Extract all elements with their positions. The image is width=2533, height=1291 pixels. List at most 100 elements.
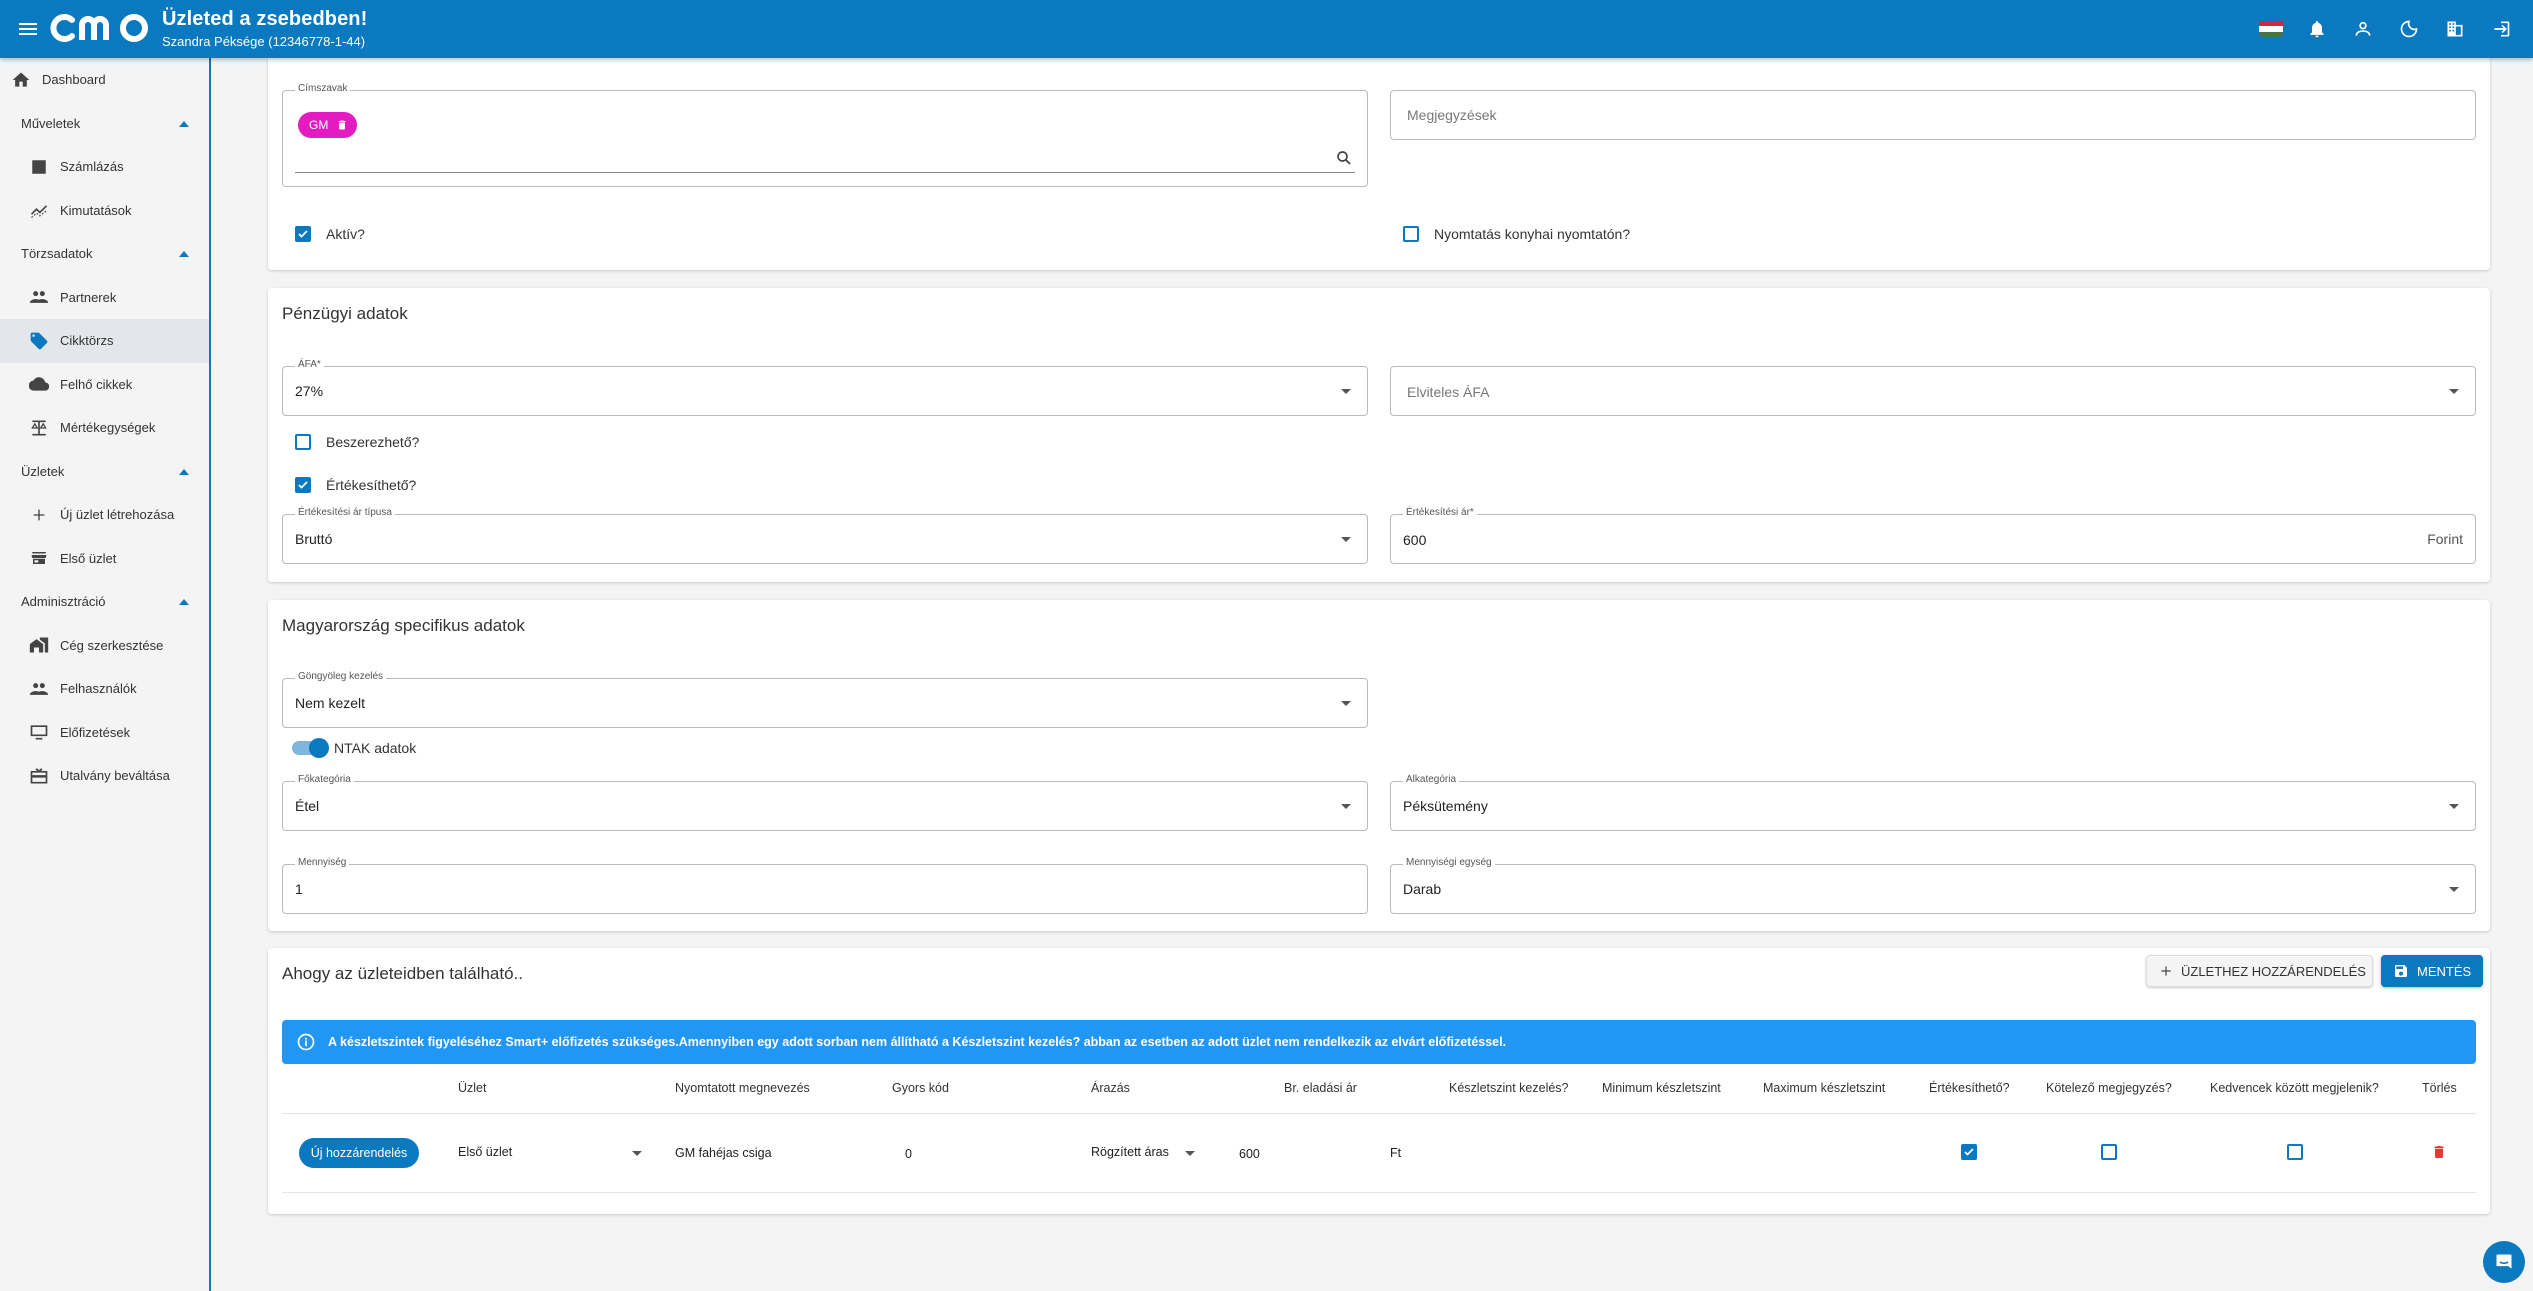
- field-label: Alkategória: [1403, 774, 1460, 785]
- ntak-toggle[interactable]: [292, 738, 329, 758]
- gongyoleg-select[interactable]: Göngyöleg kezelés Nem kezelt: [282, 671, 1368, 728]
- column-header-minimum-keszletszint: Minimum készletszint: [1602, 1081, 1721, 1095]
- dropdown-arrow-icon: [1341, 389, 1351, 394]
- sidebar-item-label: Kimutatások: [60, 202, 132, 218]
- collapse-caret-icon: [179, 468, 189, 475]
- dark-mode-icon[interactable]: [2397, 17, 2421, 41]
- assign-store-button[interactable]: ÜZLETHEZ HOZZÁRENDELÉS: [2146, 955, 2373, 987]
- sidebar-item-partnerek[interactable]: Partnerek: [0, 276, 209, 320]
- sidebar-item-cikktorzs[interactable]: Cikktörzs: [0, 319, 209, 363]
- ertekesitesi-ar-input[interactable]: Értékesítési ár* 600 Forint: [1390, 507, 2476, 564]
- alkategoria-select[interactable]: Alkategória Péksütemény: [1390, 774, 2476, 831]
- user-icon[interactable]: [2351, 17, 2375, 41]
- sidebar-item-utalvany[interactable]: Utalvány beváltása: [0, 754, 209, 798]
- ertekesitesi-ar-tipusa-select[interactable]: Értékesítési ár típusa Bruttó: [282, 507, 1368, 564]
- support-chat-button[interactable]: [2483, 1241, 2525, 1283]
- chip-label: GM: [309, 118, 329, 132]
- aktiv-checkbox[interactable]: Aktív?: [295, 226, 365, 242]
- dropdown-arrow-icon: [2449, 389, 2459, 394]
- store-select[interactable]: Első üzlet: [458, 1142, 642, 1164]
- section-title: Magyarország specifikus adatok: [282, 616, 525, 635]
- ertekesitheto-checkbox[interactable]: Értékesíthető?: [295, 477, 416, 493]
- elviteles-afa-select[interactable]: Elviteles ÁFA: [1390, 366, 2476, 416]
- sidebar-item-ceg-szerkesztese[interactable]: Cég szerkesztése: [0, 624, 209, 668]
- favorite-checkbox[interactable]: [2287, 1144, 2303, 1160]
- save-button[interactable]: MENTÉS: [2381, 955, 2483, 987]
- field-label: ÁFA*: [295, 359, 324, 370]
- sidebar-section-uzletek[interactable]: Üzletek: [0, 450, 209, 494]
- table-divider: [282, 1113, 2476, 1114]
- field-label: Értékesítési ár*: [1403, 507, 1477, 518]
- pricing-select[interactable]: Rögzített áras: [1091, 1142, 1195, 1164]
- receipt-icon: [28, 156, 50, 178]
- delete-chip-icon[interactable]: [336, 118, 348, 132]
- sidebar-item-elofizetesek[interactable]: Előfizetések: [0, 711, 209, 755]
- sidebar-item-uj-uzlet[interactable]: Új üzlet létrehozása: [0, 493, 209, 537]
- quick-code-input[interactable]: 0: [905, 1147, 912, 1161]
- subscription-info-alert: A készletszintek figyeléséhez Smart+ elő…: [282, 1020, 2476, 1064]
- sidebar-item-dashboard[interactable]: Dashboard: [0, 58, 209, 102]
- sidebar-section-muveletek[interactable]: Műveletek: [0, 102, 209, 146]
- cloud-icon: [28, 373, 50, 395]
- info-text: A készletszintek figyeléséhez Smart+ elő…: [328, 1035, 1507, 1049]
- fokategoria-select[interactable]: Főkategória Étel: [282, 774, 1368, 831]
- logout-icon[interactable]: [2489, 17, 2513, 41]
- field-value: Bruttó: [295, 531, 333, 547]
- mennyiseg-input[interactable]: Mennyiség 1: [282, 857, 1368, 914]
- sidebar-item-label: Mértékegységek: [60, 420, 156, 436]
- sidebar-item-elso-uzlet[interactable]: Első üzlet: [0, 537, 209, 581]
- afa-select[interactable]: ÁFA* 27%: [282, 359, 1368, 416]
- checkbox-label: Értékesíthető?: [326, 477, 417, 493]
- cimszavak-field[interactable]: Címszavak: [282, 83, 1368, 187]
- tag-icon: [28, 330, 50, 352]
- info-icon: [296, 1032, 316, 1052]
- sidebar-item-mertekegysegek[interactable]: Mértékegységek: [0, 406, 209, 450]
- mennyisegi-egyseg-select[interactable]: Mennyiségi egység Darab: [1390, 857, 2476, 914]
- collapse-caret-icon: [179, 599, 189, 605]
- column-header-keszletszint-kezeles: Készletszint kezelés?: [1449, 1081, 1569, 1095]
- field-value: Étel: [295, 798, 320, 814]
- printed-name-value: GM fahéjas csiga: [675, 1146, 772, 1160]
- column-header-torles: Törlés: [2422, 1081, 2457, 1095]
- menu-icon[interactable]: [16, 17, 40, 41]
- sidebar-section-torzsadatok[interactable]: Törzsadatok: [0, 232, 209, 276]
- bell-icon[interactable]: [2305, 17, 2329, 41]
- sidebar-item-label: Partnerek: [60, 289, 117, 305]
- pricing-value: Rögzített áras: [1091, 1145, 1169, 1159]
- people-icon: [28, 286, 50, 308]
- plus-icon: [28, 504, 50, 526]
- nyomtatas-checkbox[interactable]: Nyomtatás konyhai nyomtatón?: [1403, 226, 1630, 242]
- field-label: Értékesítési ár típusa: [295, 507, 395, 518]
- sidebar-item-label: Új üzlet létrehozása: [60, 507, 175, 523]
- sidebar: Dashboard Műveletek Számlázás Kimutatáso…: [0, 58, 211, 1291]
- sidebar-item-felhasznalok[interactable]: Felhasználók: [0, 667, 209, 711]
- sidebar-item-label: Cikktörzs: [60, 333, 114, 349]
- sellable-checkbox[interactable]: [1961, 1144, 1977, 1160]
- delete-icon[interactable]: [2431, 1142, 2447, 1162]
- cmo-logo[interactable]: [50, 13, 156, 43]
- company-name: Szandra Péksége (12346778-1-44): [162, 34, 366, 49]
- field-value: Darab: [1403, 881, 1442, 897]
- button-label: MENTÉS: [2417, 963, 2472, 979]
- search-icon[interactable]: [1335, 149, 1353, 167]
- megjegyzesek-field[interactable]: Megjegyzések: [1390, 90, 2476, 140]
- home-icon: [10, 69, 32, 91]
- sidebar-section-adminisztracio[interactable]: Adminisztráció: [0, 580, 209, 624]
- section-label: Törzsadatok: [21, 246, 93, 262]
- mandatory-note-checkbox[interactable]: [2101, 1144, 2117, 1160]
- sidebar-item-label: Előfizetések: [60, 724, 131, 740]
- keyword-chip[interactable]: GM: [298, 112, 357, 138]
- beszerezheto-checkbox[interactable]: Beszerezhető?: [295, 434, 419, 450]
- section-title: Ahogy az üzleteidben található..: [282, 964, 524, 983]
- company-icon[interactable]: [2443, 17, 2467, 41]
- dropdown-arrow-icon: [1341, 701, 1351, 706]
- sidebar-item-kimutatasok[interactable]: Kimutatások: [0, 189, 209, 233]
- language-flag-icon[interactable]: [2259, 17, 2283, 41]
- new-assignment-button[interactable]: Új hozzárendelés: [299, 1138, 419, 1168]
- chart-line-icon: [28, 199, 50, 221]
- price-input[interactable]: 600: [1239, 1147, 1260, 1161]
- dropdown-arrow-icon: [1341, 804, 1351, 809]
- sidebar-item-felho-cikkek[interactable]: Felhő cikkek: [0, 363, 209, 407]
- sidebar-item-szamlazas[interactable]: Számlázás: [0, 145, 209, 189]
- checkbox-checked-icon: [295, 477, 311, 493]
